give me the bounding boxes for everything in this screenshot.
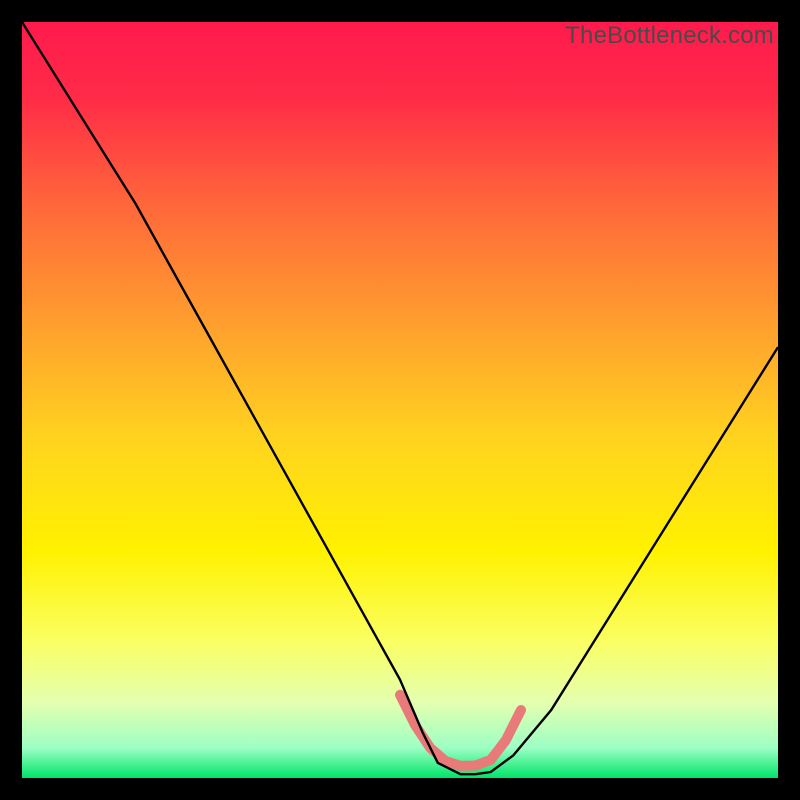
plot-area bbox=[22, 22, 778, 778]
bottleneck-chart bbox=[22, 22, 778, 778]
watermark-text: TheBottleneck.com bbox=[565, 22, 774, 50]
gradient-background bbox=[22, 22, 778, 778]
chart-container: TheBottleneck.com bbox=[22, 22, 778, 778]
